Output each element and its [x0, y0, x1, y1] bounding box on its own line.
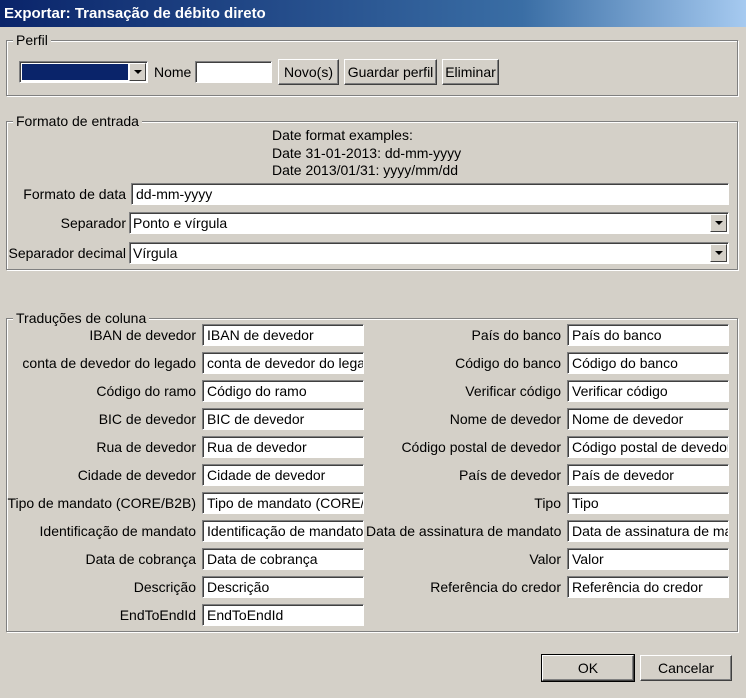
right-col-input[interactable]: Referência do credor: [567, 576, 729, 598]
separador-decimal-value: Vírgula: [133, 245, 178, 261]
formato-legend: Formato de entrada: [13, 113, 142, 129]
right-col-label: País do banco: [471, 327, 561, 343]
separador-select[interactable]: Ponto e vírgula: [129, 212, 729, 234]
left-col-input[interactable]: Descrição: [202, 576, 364, 598]
right-col-label: Referência do credor: [430, 579, 561, 595]
ok-button[interactable]: OK: [541, 654, 635, 682]
profile-select[interactable]: [19, 61, 148, 83]
right-col-label: Código postal de devedor: [401, 439, 561, 455]
guardar-perfil-button[interactable]: Guardar perfil: [344, 59, 437, 85]
right-col-input[interactable]: Valor: [567, 548, 729, 570]
date-example-1: Date 31-01-2013: dd-mm-yyyy: [272, 145, 462, 161]
separador-decimal-label: Separador decimal: [8, 245, 126, 261]
perfil-legend: Perfil: [13, 32, 51, 48]
right-col-label: Verificar código: [465, 383, 561, 399]
right-col-label: Nome de devedor: [449, 411, 561, 427]
date-example-2: Date 2013/01/31: yyyy/mm/dd: [272, 162, 458, 178]
right-col-label: Data de assinatura de mandato: [366, 523, 562, 539]
left-col-input[interactable]: Identificação de mandato: [202, 520, 364, 542]
date-examples-title: Date format examples:: [272, 127, 413, 143]
right-col-input[interactable]: Data de assinatura de mandato: [567, 520, 729, 542]
left-col-label: Descrição: [133, 579, 196, 595]
separador-decimal-select[interactable]: Vírgula: [129, 242, 729, 264]
left-col-label: conta de devedor do legado: [22, 355, 196, 371]
left-col-input[interactable]: EndToEndId: [202, 604, 364, 626]
right-col-input[interactable]: Código do banco: [567, 352, 729, 374]
left-col-input[interactable]: BIC de devedor: [202, 408, 364, 430]
right-col-label: País de devedor: [459, 467, 561, 483]
separador-label: Separador: [60, 215, 126, 231]
cancel-button[interactable]: Cancelar: [640, 655, 732, 681]
formato-data-input[interactable]: dd-mm-yyyy: [131, 183, 729, 205]
left-col-input[interactable]: Código do ramo: [202, 380, 364, 402]
left-col-input[interactable]: conta de devedor do legado: [202, 352, 364, 374]
left-col-input[interactable]: Tipo de mandato (CORE/B2B): [202, 492, 364, 514]
chevron-down-icon[interactable]: [129, 63, 146, 81]
chevron-down-icon[interactable]: [710, 214, 727, 232]
left-col-label: BIC de devedor: [98, 411, 196, 427]
left-col-input[interactable]: Data de cobrança: [202, 548, 364, 570]
left-col-label: EndToEndId: [119, 607, 196, 623]
right-col-label: Valor: [529, 551, 561, 567]
left-col-label: Identificação de mandato: [39, 523, 196, 539]
profile-select-value: [22, 64, 128, 80]
right-col-input[interactable]: Tipo: [567, 492, 729, 514]
novo-button[interactable]: Novo(s): [278, 59, 339, 85]
left-col-label: IBAN de devedor: [89, 327, 196, 343]
left-col-label: Cidade de devedor: [77, 467, 196, 483]
right-col-input[interactable]: País do banco: [567, 324, 729, 346]
left-col-input[interactable]: Cidade de devedor: [202, 464, 364, 486]
right-col-input[interactable]: País de devedor: [567, 464, 729, 486]
nome-input[interactable]: [195, 61, 272, 83]
left-col-label: Rua de devedor: [96, 439, 196, 455]
separador-value: Ponto e vírgula: [133, 215, 228, 231]
right-col-input[interactable]: Verificar código: [567, 380, 729, 402]
left-col-input[interactable]: Rua de devedor: [202, 436, 364, 458]
nome-label: Nome: [154, 64, 192, 80]
chevron-down-icon[interactable]: [710, 244, 727, 262]
window-title: Exportar: Transação de débito direto: [0, 0, 746, 27]
right-col-label: Código do banco: [455, 355, 561, 371]
eliminar-button[interactable]: Eliminar: [442, 59, 499, 85]
right-col-input[interactable]: Nome de devedor: [567, 408, 729, 430]
left-col-label: Código do ramo: [96, 383, 196, 399]
formato-data-label: Formato de data: [23, 186, 126, 202]
right-col-label: Tipo: [534, 495, 561, 511]
left-col-input[interactable]: IBAN de devedor: [202, 324, 364, 346]
left-col-label: Tipo de mandato (CORE/B2B): [7, 495, 196, 511]
left-col-label: Data de cobrança: [85, 551, 196, 567]
right-col-input[interactable]: Código postal de devedor: [567, 436, 729, 458]
